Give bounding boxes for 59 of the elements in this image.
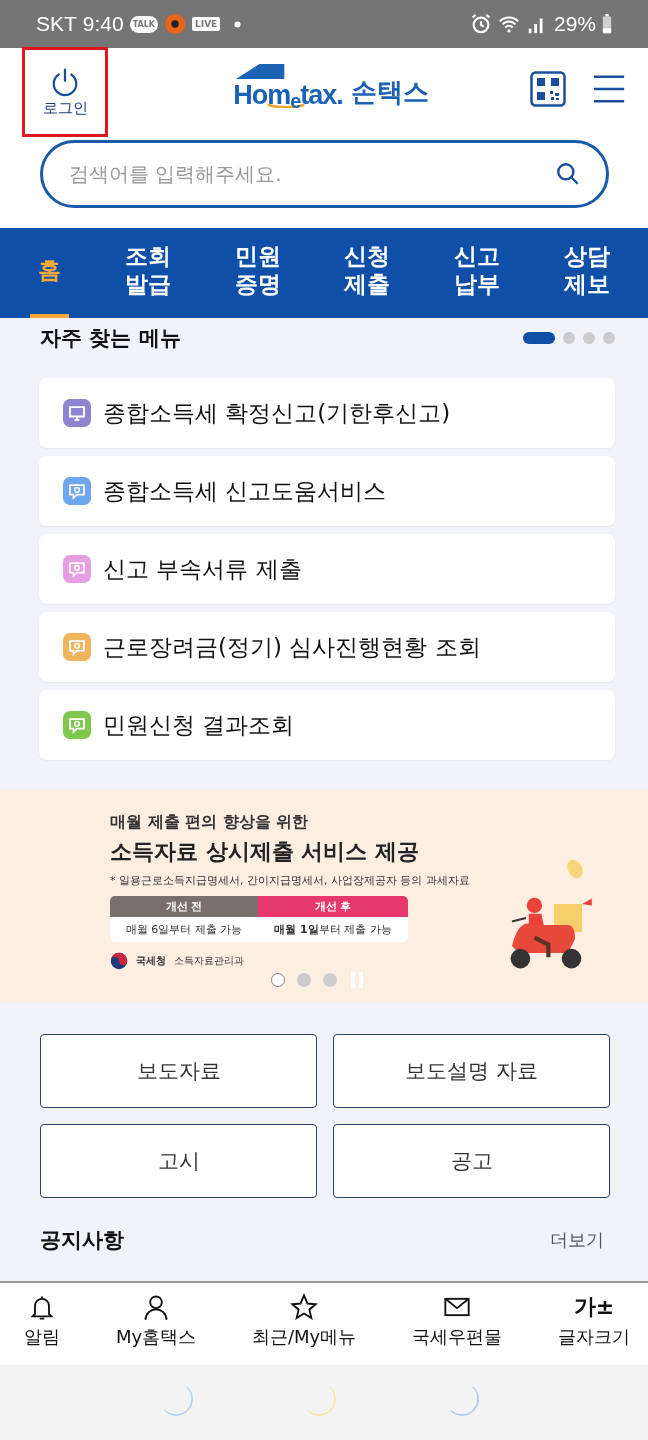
qr-code-icon[interactable] [530, 71, 566, 107]
banner-note: * 일용근로소득지급명세서, 간이지급명세서, 사업장제공자 등의 과세자료 [110, 873, 470, 888]
banner-kicker: 매월 제출 편의 향상을 위한 [110, 812, 309, 833]
page-indicator[interactable] [523, 332, 555, 344]
link-button[interactable]: 공고 [333, 1124, 610, 1198]
carrier: SKT [36, 12, 77, 36]
dot-icon [234, 20, 242, 28]
logo-wordmark[interactable]: Hom$_{e}$tax. [233, 79, 343, 113]
menu-card[interactable]: 종합소득세 확정신고(기한후신고) [39, 378, 615, 448]
menu-card[interactable]: 종합소득세 신고도움서비스 [39, 456, 615, 526]
section-title: 공지사항 [40, 1226, 124, 1254]
banner-title: 소득자료 상시제출 서비스 제공 [110, 838, 419, 866]
table-header: 개선 후 [258, 896, 408, 917]
wifi-icon [497, 13, 520, 35]
record-icon [164, 13, 187, 35]
link-button[interactable]: 고시 [40, 1124, 317, 1198]
table-cell-text: 매월 6일부터 제출 가능 [124, 922, 244, 938]
nav-tab[interactable]: 신청 제출 [336, 228, 399, 318]
bottom-nav-item[interactable]: My홈택스 [115, 1293, 197, 1365]
bottom-nav-item[interactable]: 가± 글자크기 [558, 1293, 630, 1365]
app-name: 손택스 [350, 75, 429, 109]
table-header: 개선 전 [110, 896, 258, 917]
slide-indicator[interactable] [323, 973, 337, 987]
chat-badge: TALK [129, 15, 159, 33]
bottom-nav-item[interactable]: 최근/My메뉴 [251, 1293, 357, 1365]
live-badge: LIVE [192, 17, 221, 31]
nav-tab[interactable]: 민원 증명 [226, 228, 289, 318]
person-icon [142, 1293, 170, 1321]
menu-card[interactable]: 신고 부속서류 제출 [39, 534, 615, 604]
power-icon [50, 66, 80, 97]
battery-level: 29% [553, 12, 596, 36]
agency-name: 국세청 [136, 954, 166, 968]
alarm-icon [469, 13, 492, 35]
nav-tab[interactable]: 상담 제보 [556, 228, 619, 318]
department-name: 소득자료관리과 [174, 954, 244, 968]
emblem-icon [110, 952, 128, 970]
battery-icon [602, 13, 612, 35]
clock-time: 9:40 [82, 12, 124, 36]
search-field[interactable]: 검색어를 입력해주세요. [40, 140, 609, 208]
menu-card[interactable]: 근로장려금(정기) 심사진행현황 조회 [39, 612, 615, 682]
pause-icon[interactable] [349, 970, 365, 990]
star-icon [290, 1293, 319, 1321]
promo-banner[interactable]: 매월 제출 편의 향상을 위한 소득자료 상시제출 서비스 제공 * 일용근로소득지급명세서, 간이지급명세서, 사업장제공자 등의 과세자료 개선 전 개선 후 매월 6일부터 제출 가능 매월 1일부터 제출 가능 국세청 소득자료관리과 [0, 790, 648, 1002]
slide-indicator[interactable] [271, 973, 285, 987]
link-button[interactable]: 보도설명 자료 [333, 1034, 610, 1108]
login-button[interactable]: 로그인 [22, 47, 108, 137]
search-icon[interactable] [555, 161, 581, 187]
link-button[interactable]: 보도자료 [40, 1034, 317, 1108]
table-cell-text: 매월 1일부터 제출 가능 [273, 922, 393, 938]
bottom-nav-item[interactable]: 알림 [24, 1293, 60, 1365]
menu-card[interactable]: 민원신청 결과조회 [39, 690, 615, 760]
menu-icon[interactable] [592, 74, 626, 104]
more-link[interactable]: 더보기 [550, 1227, 604, 1252]
slide-indicator[interactable] [297, 973, 311, 987]
nav-tab[interactable]: 조회 발급 [116, 228, 179, 318]
bottom-nav-item[interactable]: 국세우편물 [412, 1293, 503, 1365]
nav-tab[interactable]: 신고 납부 [446, 228, 509, 318]
font-size-icon: 가± [573, 1293, 615, 1321]
section-title: 자주 찾는 메뉴 [40, 325, 181, 352]
